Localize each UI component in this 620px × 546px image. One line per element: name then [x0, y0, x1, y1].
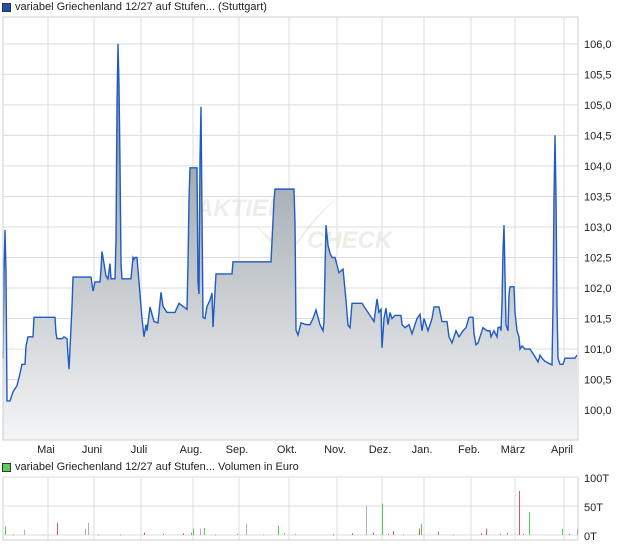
volume-bar — [120, 534, 121, 536]
volume-bar — [453, 534, 454, 536]
price-y-tick-label: 105,5 — [584, 69, 612, 81]
volume-bar — [284, 532, 285, 535]
price-y-tick-label: 106,0 — [584, 39, 612, 51]
volume-grid — [2, 476, 579, 541]
volume-bar — [295, 533, 296, 535]
volume-bar — [507, 532, 508, 535]
volume-bar — [43, 534, 44, 536]
x-tick-label: Feb. — [458, 444, 480, 456]
volume-bar — [5, 526, 6, 535]
volume-bar — [191, 532, 192, 535]
x-tick-label: Juli — [131, 444, 148, 456]
volume-bar — [529, 512, 530, 535]
volume-bar — [373, 532, 374, 535]
volume-bar — [13, 534, 14, 536]
price-volume-chart: AKTIEN CHECK 106,0105,5105,0104,5104,010… — [2, 16, 612, 543]
x-tick-label: Mai — [37, 444, 55, 456]
price-y-axis: 106,0 105,5 105,0 104,5 104,0 103,5 103,0 102,5… — [584, 39, 612, 417]
volume-bar — [200, 528, 201, 535]
x-tick-label: Okt. — [277, 444, 297, 456]
volume-bar — [366, 506, 367, 535]
volume-bar — [278, 525, 279, 535]
volume-bar — [333, 534, 334, 536]
volume-plot-frame — [2, 476, 579, 541]
volume-bar — [24, 529, 25, 535]
price-y-tick-label: 104,5 — [584, 130, 612, 142]
x-tick-label: April — [551, 444, 573, 456]
price-y-tick-label: 100,5 — [584, 375, 612, 387]
watermark-line1: AKTIEN — [195, 195, 286, 222]
x-tick-label: Sep. — [226, 444, 249, 456]
volume-bar — [438, 531, 439, 535]
volume-bar — [57, 522, 58, 535]
volume-bar — [352, 533, 353, 535]
volume-bar — [419, 528, 420, 535]
price-y-tick-label: 100,0 — [584, 405, 612, 417]
volume-y-tick-label: 0T — [584, 531, 597, 543]
volume-bar — [569, 533, 570, 535]
volume-bar — [382, 503, 383, 535]
volume-bar — [246, 523, 247, 535]
volume-bar — [204, 528, 205, 535]
volume-bar — [237, 533, 238, 535]
x-tick-label: Dez. — [369, 444, 392, 456]
volume-bar — [577, 528, 578, 535]
volume-bar — [88, 522, 89, 535]
volume-bars — [5, 490, 578, 536]
price-y-tick-label: 103,5 — [584, 191, 612, 203]
volume-bar — [500, 533, 501, 535]
price-y-tick-label: 104,0 — [584, 161, 612, 173]
volume-bar — [486, 528, 487, 535]
volume-bar — [388, 533, 389, 535]
price-y-tick-label: 102,5 — [584, 252, 612, 264]
volume-y-tick-label: 100T — [584, 473, 609, 485]
volume-bar — [263, 534, 264, 536]
volume-bar — [519, 490, 520, 535]
x-tick-label: Aug. — [180, 444, 203, 456]
volume-bar — [163, 533, 164, 535]
volume-y-axis: 100T 50T 0T — [584, 473, 609, 543]
volume-bar — [98, 534, 99, 536]
volume-bar — [215, 534, 216, 536]
volume-bar — [85, 528, 86, 535]
volume-bar — [144, 532, 145, 535]
volume-bar — [183, 533, 184, 535]
price-y-tick-label: 103,0 — [584, 222, 612, 234]
volume-bar — [393, 530, 394, 535]
x-tick-label: Juni — [82, 444, 102, 456]
price-area-fill — [3, 43, 577, 440]
x-tick-label: Nov. — [324, 444, 346, 456]
volume-bar — [481, 533, 482, 535]
volume-bar — [421, 523, 422, 535]
x-axis: Mai Juni Juli Aug. Sep. Okt. Nov. Dez. Jan. Feb. M… — [37, 444, 573, 456]
volume-bar — [193, 528, 194, 535]
price-y-tick-label: 101,0 — [584, 344, 612, 356]
volume-y-tick-label: 50T — [584, 502, 603, 514]
price-y-tick-label: 105,0 — [584, 100, 612, 112]
price-y-tick-label: 102,0 — [584, 283, 612, 295]
volume-bar — [403, 534, 404, 536]
price-y-tick-label: 101,5 — [584, 314, 612, 326]
x-tick-label: März — [501, 444, 525, 456]
volume-bar — [562, 528, 563, 535]
volume-bar — [523, 533, 524, 535]
watermark-line2: CHECK — [307, 227, 394, 254]
x-tick-label: Jan. — [412, 444, 433, 456]
